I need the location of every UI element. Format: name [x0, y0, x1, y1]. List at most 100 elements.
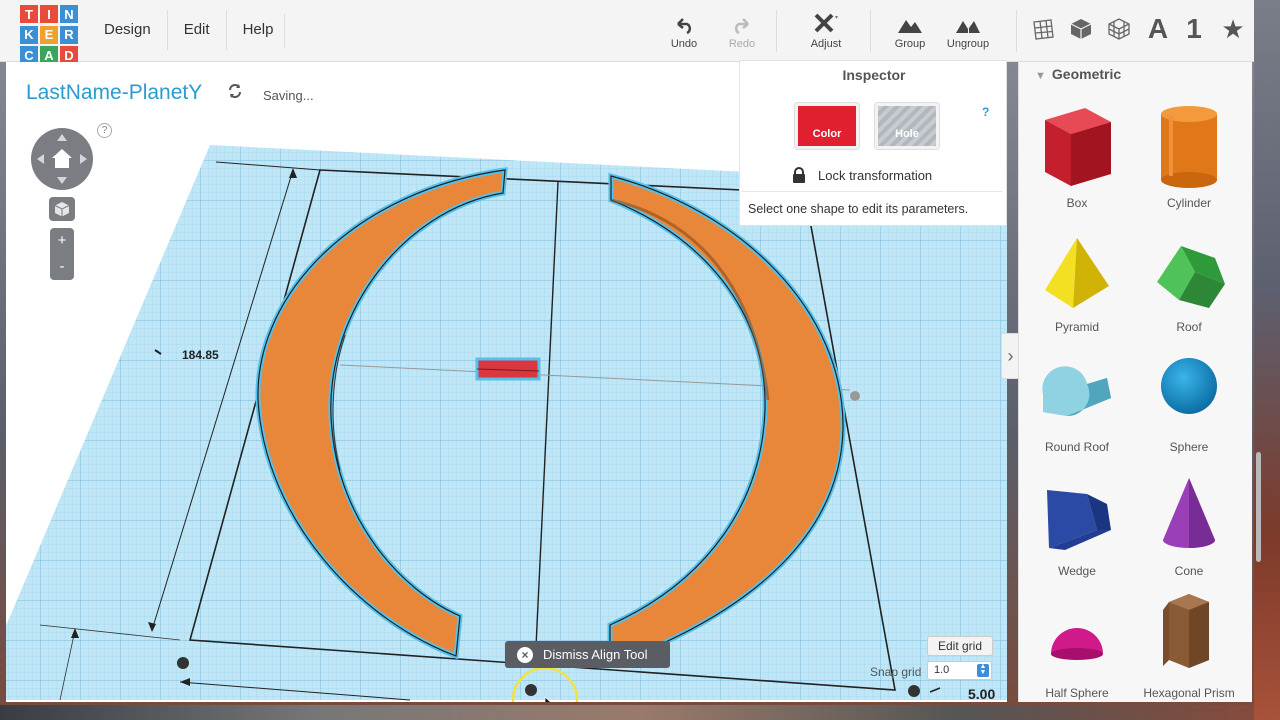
refresh-icon[interactable] [227, 83, 243, 104]
menu-design[interactable]: Design [88, 10, 168, 50]
logo-letter: E [40, 25, 58, 44]
logo-letter: K [20, 25, 38, 44]
shape-label: Pyramid [1054, 320, 1099, 334]
spinner-icon[interactable]: ▲ ▼ [977, 663, 989, 677]
group-button[interactable]: Group [880, 12, 940, 50]
collapse-triangle-icon: ▼ [1035, 70, 1046, 82]
zoom-in-button[interactable]: + [50, 228, 74, 254]
shape-wedge[interactable]: Wedge [1027, 482, 1127, 578]
shape-sphere[interactable]: Sphere [1139, 354, 1239, 454]
color-swatch[interactable]: Color [795, 103, 859, 149]
lock-transformation-toggle[interactable]: Lock transformation [792, 167, 932, 183]
inspector-message: Select one shape to edit its parameters. [748, 202, 969, 216]
shape-cylinder[interactable]: Cylinder [1139, 102, 1239, 210]
undo-icon [654, 12, 714, 34]
shape-label: Round Roof [1044, 440, 1110, 454]
number-1-icon[interactable]: 1 [1182, 12, 1206, 46]
inspector-panel: Inspector Color Hole ? Lock transformati… [739, 60, 1007, 226]
shape-label: Wedge [1058, 564, 1096, 578]
menu-edit[interactable]: Edit [168, 10, 227, 50]
top-bar: TINKERCAD Design Edit Help Undo Redo Adj… [0, 0, 1254, 65]
redo-button[interactable]: Redo [712, 12, 772, 50]
solid-cube-icon[interactable] [1068, 12, 1094, 46]
home-icon [52, 149, 72, 168]
hole-swatch[interactable]: Hole [875, 103, 939, 149]
inspector-divider [742, 191, 1002, 192]
hexagonal-prism-icon [1163, 594, 1209, 668]
orbit-control[interactable] [31, 128, 93, 190]
shape-half-sphere[interactable]: Half Sphere [1027, 602, 1127, 700]
design-title[interactable]: LastName-PlanetY [26, 81, 202, 105]
view-cube-button[interactable] [49, 197, 75, 221]
nav-help-icon[interactable]: ? [97, 123, 112, 138]
round-roof-icon [1042, 366, 1111, 417]
close-icon: × [517, 646, 533, 663]
shape-roof[interactable]: Roof [1139, 236, 1239, 334]
align-handle[interactable] [850, 391, 860, 401]
undo-button[interactable]: Undo [654, 12, 714, 50]
undo-label: Undo [670, 38, 698, 50]
shape-label: Half Sphere [1045, 686, 1109, 700]
align-handle[interactable] [525, 684, 537, 696]
adjust-icon [796, 12, 856, 34]
dimension-value-left[interactable]: 184.85 [182, 348, 219, 362]
logo-letter: I [40, 5, 58, 23]
edit-grid-button[interactable]: Edit grid [927, 636, 993, 656]
redo-label: Redo [728, 38, 756, 50]
group-icon [880, 12, 940, 34]
letter-a-icon[interactable]: A [1144, 12, 1172, 46]
redo-icon [712, 12, 772, 34]
toolbar-divider [776, 10, 777, 52]
shape-label: Cylinder [1166, 196, 1211, 210]
main-menu: Design Edit Help [88, 10, 289, 50]
wire-cube-icon[interactable] [1106, 12, 1132, 46]
ungroup-label: Ungroup [946, 38, 990, 50]
lock-label: Lock transformation [818, 167, 933, 183]
save-status: Saving... [263, 88, 314, 103]
shape-cone[interactable]: Cone [1139, 474, 1239, 578]
shape-pyramid[interactable]: Pyramid [1027, 236, 1127, 334]
section-title: Geometric [1051, 66, 1122, 82]
inspector-help-icon[interactable]: ? [982, 105, 989, 119]
ungroup-button[interactable]: Ungroup [938, 12, 998, 50]
ungroup-icon [938, 12, 998, 34]
roof-icon [1157, 246, 1225, 308]
menu-help[interactable]: Help [227, 10, 290, 50]
color-label: Color [812, 128, 842, 140]
pyramid-icon [1045, 238, 1109, 308]
shape-hexagonal-prism[interactable]: Hexagonal Prism [1139, 590, 1239, 700]
half-sphere-icon [1051, 628, 1103, 660]
panel-scrollbar[interactable] [1256, 452, 1261, 562]
shape-label: Hexagonal Prism [1143, 686, 1235, 700]
dimension-value-bottom[interactable]: 5.00 [968, 686, 995, 702]
logo-letter: R [60, 25, 78, 44]
desktop-strip-right [1254, 0, 1280, 720]
dismiss-align-tool-button[interactable]: × Dismiss Align Tool [505, 641, 670, 668]
grid-icon[interactable] [1030, 12, 1056, 46]
shape-round-roof[interactable]: Round Roof [1027, 354, 1127, 454]
geometric-section-header[interactable]: ▼ Geometric [1035, 66, 1121, 82]
zoom-out-button[interactable]: - [50, 254, 74, 280]
shape-label: Cone [1174, 564, 1204, 578]
snap-grid-select[interactable]: 1.0 ▲ ▼ [927, 661, 992, 680]
menu-divider [284, 14, 285, 48]
lock-icon [793, 167, 805, 183]
inspector-title: Inspector [842, 67, 906, 83]
cylinder-icon [1161, 106, 1217, 188]
shape-label: Roof [1176, 320, 1202, 334]
group-label: Group [894, 38, 926, 50]
adjust-button[interactable]: Adjust [796, 12, 856, 50]
shape-box[interactable]: Box [1027, 102, 1127, 210]
snap-grid-value: 1.0 [934, 664, 950, 676]
wedge-icon [1047, 490, 1111, 550]
zoom-control: + - [50, 228, 74, 280]
shape-label: Box [1066, 196, 1088, 210]
star-icon[interactable]: ★ [1220, 12, 1246, 46]
toolbar-divider [1016, 10, 1017, 52]
logo-letter: N [60, 5, 78, 23]
logo-letter: T [20, 5, 38, 23]
adjust-label: Adjust [810, 38, 842, 50]
align-handle[interactable] [177, 657, 189, 669]
align-handle[interactable] [908, 685, 920, 697]
tinkercad-logo[interactable]: TINKERCAD [20, 5, 82, 65]
